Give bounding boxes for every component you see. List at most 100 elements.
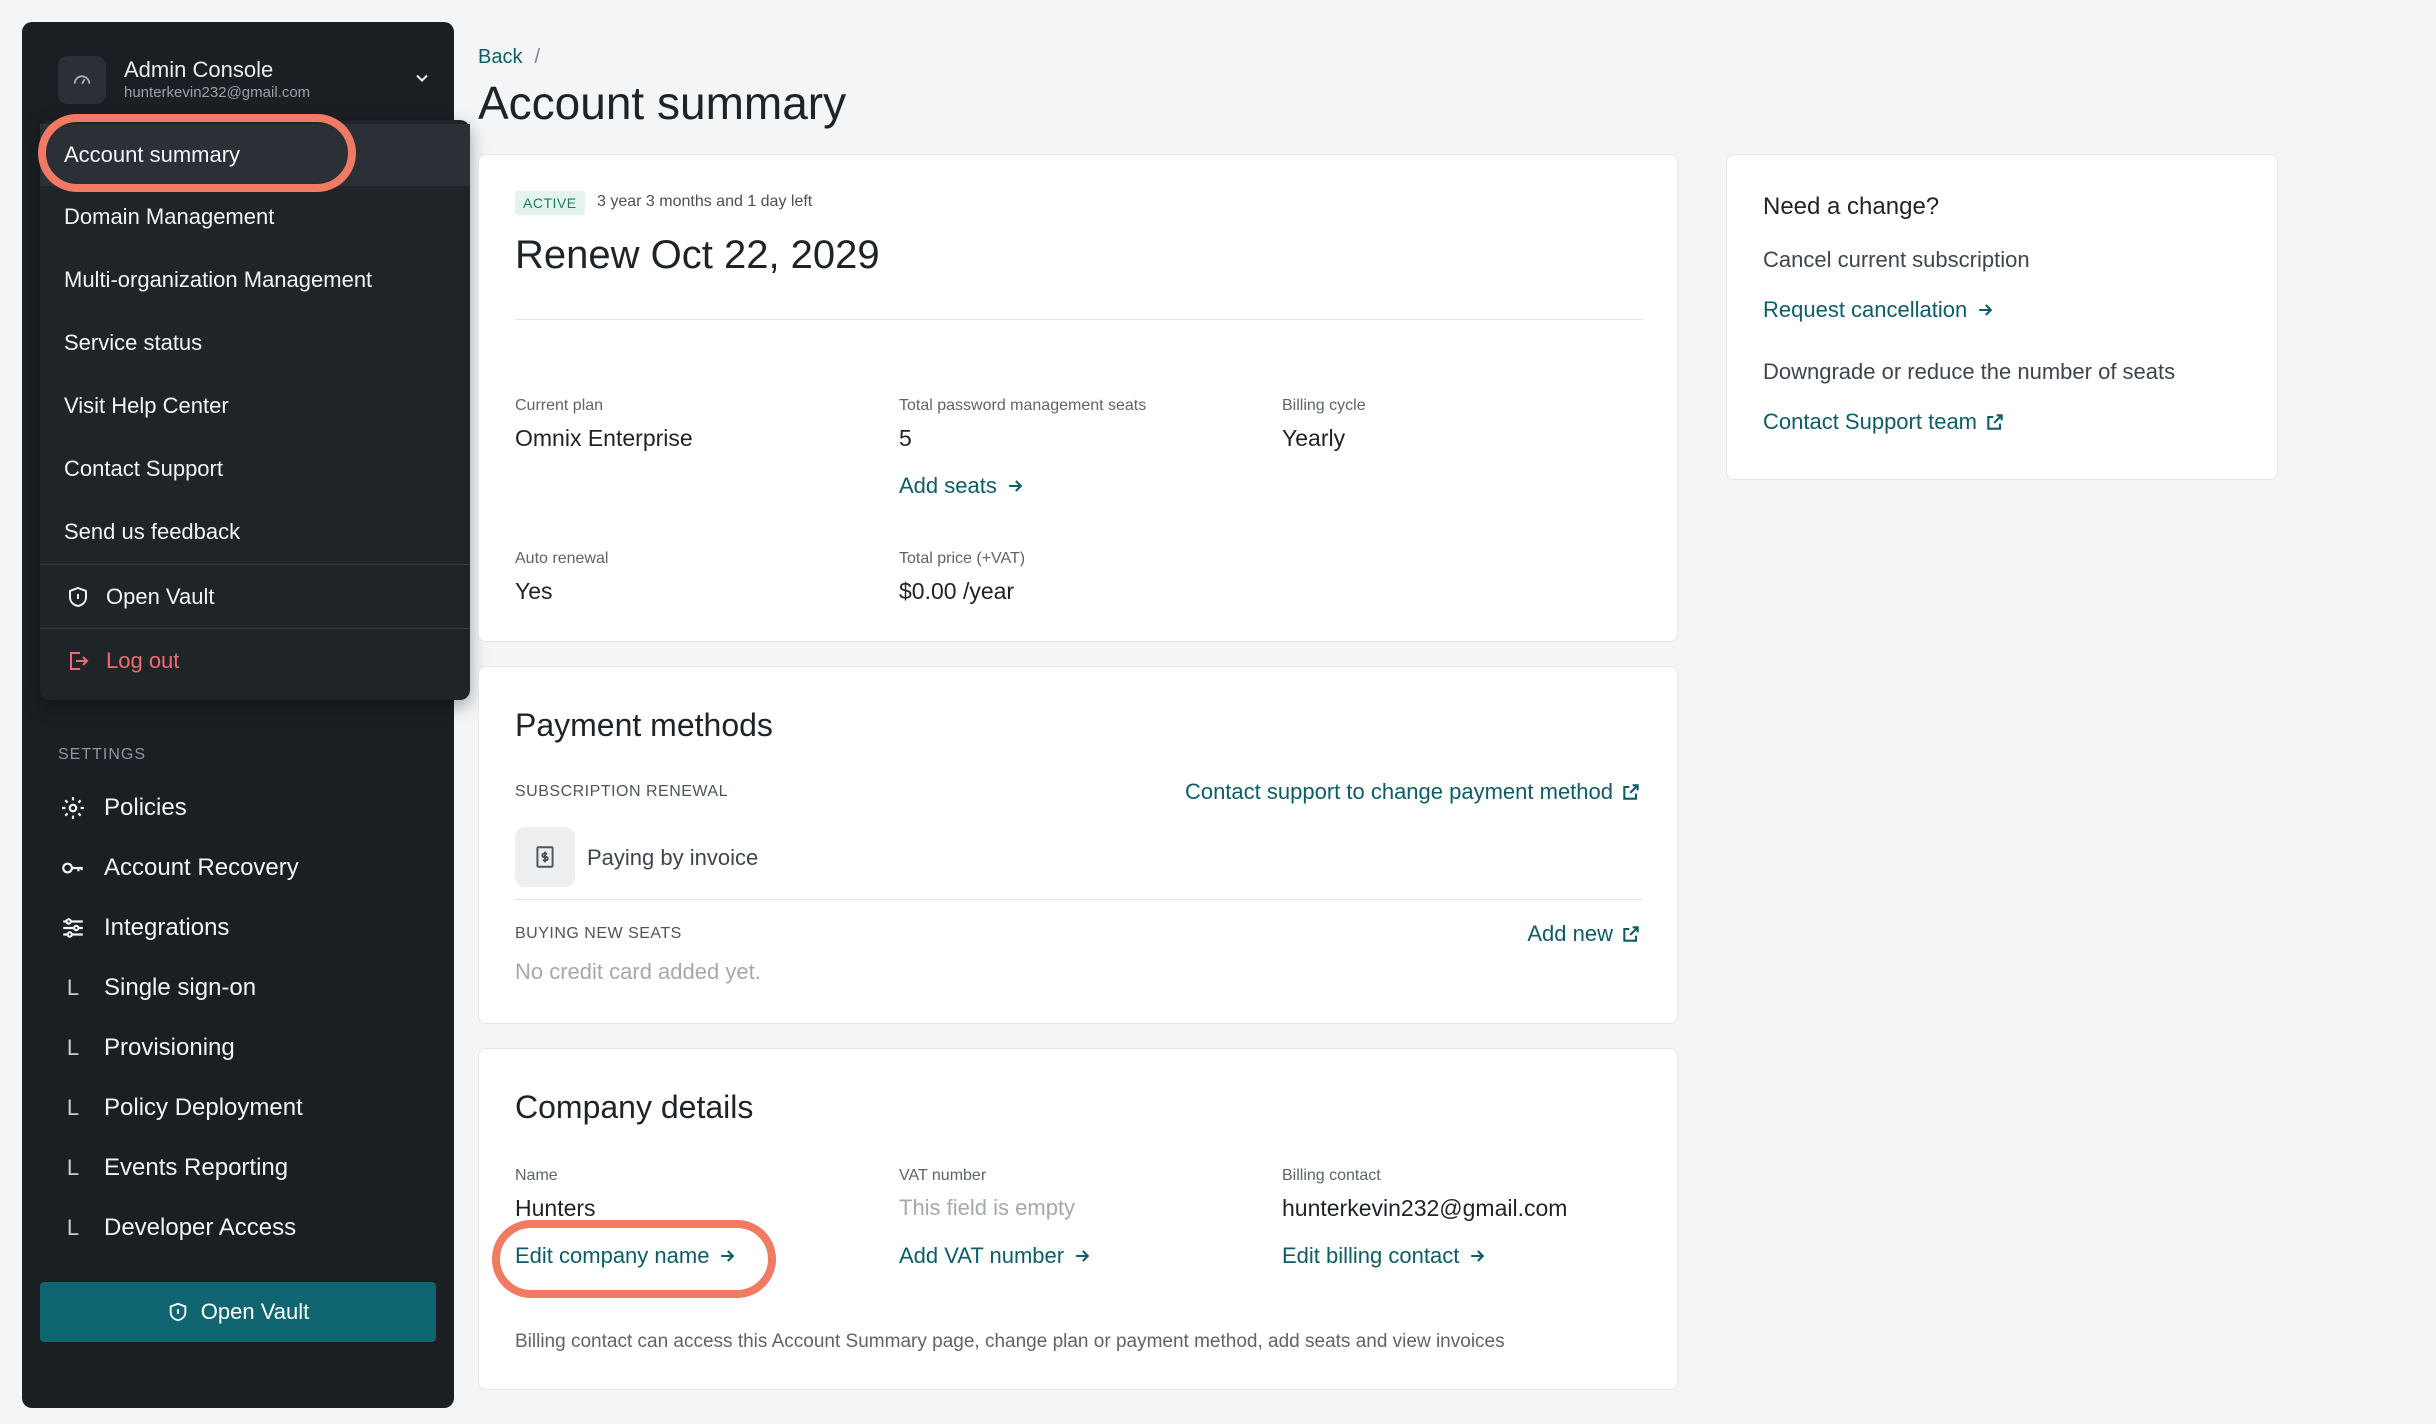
invoice-icon: [515, 827, 575, 887]
menu-item-label: Visit Help Center: [64, 393, 229, 418]
add-seats-label: Add seats: [899, 473, 997, 498]
billing-contact-label: Billing contact: [1282, 1167, 1381, 1184]
menu-item-contact-support[interactable]: Contact Support: [40, 438, 470, 500]
status-badge: ACTIVE: [515, 191, 585, 215]
menu-item-label: Domain Management: [64, 204, 275, 229]
menu-item-label: Contact Support: [64, 456, 223, 481]
vat-number-empty: This field is empty: [899, 1195, 1076, 1220]
sidebar-item-label: Events Reporting: [104, 1154, 289, 1181]
buying-new-seats-label: BUYING NEW SEATS: [515, 925, 682, 942]
sidebar-item-label: Account Recovery: [104, 854, 299, 881]
sidebar-item-label: Policy Deployment: [104, 1094, 303, 1121]
sidebar-item-developer-access[interactable]: L Developer Access: [58, 1198, 438, 1258]
sidebar-item-policy-deployment[interactable]: L Policy Deployment: [58, 1078, 438, 1138]
edit-billing-contact-label: Edit billing contact: [1282, 1243, 1460, 1268]
sidebar-item-events-reporting[interactable]: L Events Reporting: [58, 1138, 438, 1198]
contact-support-team-label: Contact Support team: [1763, 409, 1978, 434]
console-title: Admin Console: [124, 57, 274, 82]
arrow-right-icon: [1009, 480, 1023, 492]
page-title: Account summary: [478, 77, 847, 129]
sidebar-item-label: Single sign-on: [104, 974, 257, 1001]
need-a-change-title: Need a change?: [1763, 193, 1940, 220]
console-email: hunterkevin232@gmail.com: [124, 84, 311, 101]
contact-support-payment-link[interactable]: Contact support to change payment method: [1185, 779, 1641, 805]
arrow-right-icon: [1471, 1250, 1485, 1262]
payment-methods-title: Payment methods: [515, 707, 773, 743]
menu-item-label: Service status: [64, 330, 203, 355]
sidebar-item-account-recovery[interactable]: Account Recovery: [58, 838, 438, 898]
sub-item-icon: L: [66, 975, 80, 1000]
divider: [515, 319, 1643, 320]
seats-value: 5: [899, 425, 912, 451]
menu-item-open-vault[interactable]: Open Vault: [40, 566, 470, 628]
request-cancellation-link[interactable]: Request cancellation: [1763, 297, 1995, 323]
menu-item-label: Open Vault: [106, 584, 215, 609]
company-details-title: Company details: [515, 1089, 754, 1125]
subscription-card: ACTIVE 3 year 3 months and 1 day left Re…: [478, 154, 1678, 642]
highlight-ring: [492, 1220, 776, 1298]
billing-cycle-label: Billing cycle: [1282, 397, 1366, 414]
gauge-icon: [58, 56, 106, 104]
edit-billing-contact-link[interactable]: Edit billing contact: [1282, 1243, 1487, 1269]
highlight-ring: [38, 114, 356, 192]
payment-method-value: Paying by invoice: [587, 845, 759, 870]
auto-renewal-value: Yes: [515, 578, 553, 604]
sub-item-icon: L: [66, 1035, 80, 1060]
contact-support-payment-label: Contact support to change payment method: [1184, 779, 1613, 804]
add-seats-link[interactable]: Add seats: [899, 473, 1025, 499]
company-name-label: Name: [515, 1167, 558, 1184]
console-switcher[interactable]: Admin Console hunterkevin232@gmail.com: [58, 50, 438, 110]
menu-item-multi-org-management[interactable]: Multi-organization Management: [40, 249, 470, 311]
request-cancellation-label: Request cancellation: [1763, 297, 1968, 322]
shield-icon: [64, 583, 92, 611]
sidebar-item-label: Developer Access: [104, 1214, 297, 1241]
payment-methods-card: Payment methods SUBSCRIPTION RENEWAL Con…: [478, 666, 1678, 1024]
sub-item-icon: L: [66, 1095, 80, 1120]
menu-item-label: Log out: [106, 648, 180, 673]
menu-divider: [40, 628, 470, 629]
sidebar-item-integrations[interactable]: Integrations: [58, 898, 438, 958]
current-plan-label: Current plan: [515, 397, 604, 414]
sidebar-item-provisioning[interactable]: L Provisioning: [58, 1018, 438, 1078]
external-link-icon: [1987, 414, 2003, 430]
auto-renewal-label: Auto renewal: [515, 550, 609, 567]
menu-item-send-feedback[interactable]: Send us feedback: [40, 501, 470, 563]
arrow-right-icon: [1979, 304, 1993, 316]
breadcrumb-separator: /: [534, 46, 541, 68]
menu-item-domain-management[interactable]: Domain Management: [40, 186, 470, 248]
current-plan-value: Omnix Enterprise: [515, 425, 693, 451]
shield-icon: [169, 1302, 187, 1322]
no-card-text: No credit card added yet.: [515, 959, 761, 984]
sidebar-item-single-sign-on[interactable]: L Single sign-on: [58, 958, 438, 1018]
renew-date: Renew Oct 22, 2029: [515, 233, 880, 277]
breadcrumb: Back /: [478, 46, 540, 69]
total-price-value: $0.00 /year: [899, 578, 1015, 604]
sidebar-item-label: Integrations: [104, 914, 230, 941]
sidebar-item-policies[interactable]: Policies: [58, 778, 438, 838]
billing-cycle-value: Yearly: [1282, 425, 1346, 451]
company-name-value: Hunters: [515, 1195, 596, 1221]
seats-label: Total password management seats: [899, 397, 1147, 414]
downgrade-text: Downgrade or reduce the number of seats: [1763, 359, 2176, 384]
sidebar-item-label: Provisioning: [104, 1034, 235, 1061]
sliders-icon: [58, 913, 88, 943]
menu-item-service-status[interactable]: Service status: [40, 312, 470, 374]
time-left: 3 year 3 months and 1 day left: [597, 193, 813, 210]
open-vault-button[interactable]: Open Vault: [40, 1282, 436, 1342]
add-new-card-label: Add new: [1527, 921, 1613, 946]
contact-support-team-link[interactable]: Contact Support team: [1763, 409, 2005, 435]
menu-item-visit-help-center[interactable]: Visit Help Center: [40, 375, 470, 437]
key-icon: [58, 853, 88, 883]
add-new-card-link[interactable]: Add new: [1527, 921, 1641, 947]
external-link-icon: [1623, 926, 1639, 942]
arrow-right-icon: [1076, 1250, 1090, 1262]
back-link[interactable]: Back: [478, 46, 522, 68]
add-vat-number-link[interactable]: Add VAT number: [899, 1243, 1092, 1269]
menu-item-log-out[interactable]: Log out: [40, 630, 470, 692]
console-dropdown-menu: Account summary Domain Management Multi-…: [40, 120, 470, 700]
sub-item-icon: L: [66, 1215, 80, 1240]
divider: [515, 899, 1643, 900]
chevron-down-icon[interactable]: [412, 68, 432, 93]
logout-icon: [64, 647, 92, 675]
sub-item-icon: L: [66, 1155, 80, 1180]
